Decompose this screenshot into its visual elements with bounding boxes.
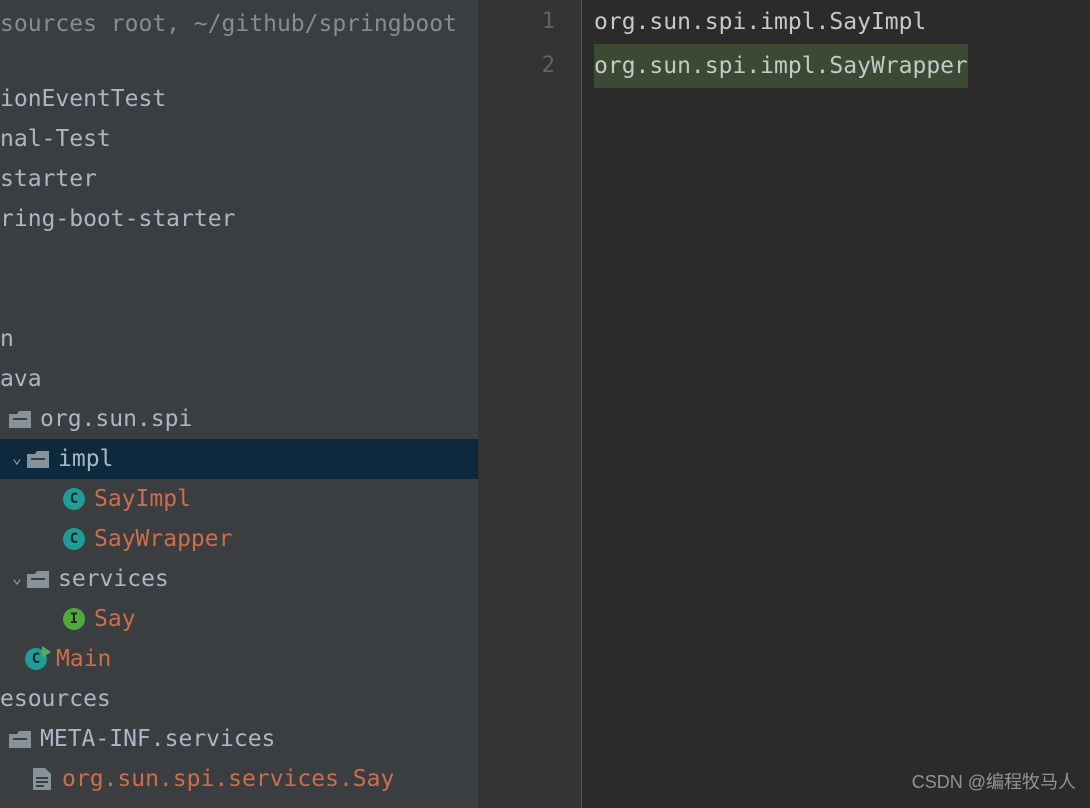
tree-item-label: ava bbox=[0, 359, 42, 399]
tree-item-ring-boot-starter[interactable]: ring-boot-starter bbox=[0, 199, 478, 239]
tree-item-services[interactable]: ⌄ services bbox=[0, 559, 478, 599]
package-icon bbox=[8, 727, 32, 751]
tree-item-ava[interactable]: ava bbox=[0, 359, 478, 399]
expander-icon[interactable]: ⌄ bbox=[8, 438, 26, 478]
tree-item-impl[interactable]: ⌄ impl bbox=[0, 439, 478, 479]
tree-item-esources[interactable]: esources bbox=[0, 679, 478, 719]
tree-item-label: ionEventTest bbox=[0, 79, 166, 119]
package-icon bbox=[8, 407, 32, 431]
tree-item-label: org.sun.spi bbox=[40, 399, 192, 439]
editor-gutter: 12 bbox=[478, 0, 582, 808]
class-icon: C bbox=[62, 487, 86, 511]
line-number: 1 bbox=[478, 0, 555, 44]
editor-line[interactable]: org.sun.spi.impl.SayWrapper bbox=[594, 44, 968, 88]
line-number: 2 bbox=[478, 44, 555, 88]
tree-item-label: Say bbox=[94, 599, 136, 639]
project-tree[interactable]: ionEventTestnal-Teststarterring-boot-sta… bbox=[0, 79, 478, 799]
code-editor[interactable]: org.sun.spi.impl.SayImplorg.sun.spi.impl… bbox=[582, 0, 1090, 808]
tree-item-label: impl bbox=[58, 439, 113, 479]
file-icon bbox=[30, 767, 54, 791]
tree-item-label: org.sun.spi.services.Say bbox=[62, 759, 394, 799]
package-icon bbox=[26, 567, 50, 591]
tree-gap bbox=[0, 239, 478, 279]
tree-item-org-sun-spi[interactable]: org.sun.spi bbox=[0, 399, 478, 439]
tree-item-label: esources bbox=[0, 679, 111, 719]
tree-item-org-sun-spi-services-say[interactable]: org.sun.spi.services.Say bbox=[0, 759, 478, 799]
tree-item-meta-inf-services[interactable]: META-INF.services bbox=[0, 719, 478, 759]
tree-item-saywrapper[interactable]: C SayWrapper bbox=[0, 519, 478, 559]
tree-item-say[interactable]: I Say bbox=[0, 599, 478, 639]
tree-item-main[interactable]: C Main bbox=[0, 639, 478, 679]
class-icon: C bbox=[62, 527, 86, 551]
tree-item-sayimpl[interactable]: C SayImpl bbox=[0, 479, 478, 519]
package-icon bbox=[26, 447, 50, 471]
tree-item-label: services bbox=[58, 559, 169, 599]
tree-item-ioneventtest[interactable]: ionEventTest bbox=[0, 79, 478, 119]
tree-item-starter[interactable]: starter bbox=[0, 159, 478, 199]
expander-icon[interactable]: ⌄ bbox=[8, 558, 26, 598]
tree-item-label: SayImpl bbox=[94, 479, 191, 519]
tree-item-label: SayWrapper bbox=[94, 519, 232, 559]
tree-item-label: n bbox=[0, 319, 14, 359]
tree-item-label: starter bbox=[0, 159, 97, 199]
watermark: CSDN @编程牧马人 bbox=[912, 762, 1076, 802]
project-sidebar: sources root, ~/github/springboot ionEve… bbox=[0, 0, 478, 808]
runnable-class-icon: C bbox=[24, 647, 48, 671]
tree-item-n[interactable]: n bbox=[0, 319, 478, 359]
interface-icon: I bbox=[62, 607, 86, 631]
tree-item-label: ring-boot-starter bbox=[0, 199, 235, 239]
breadcrumb: sources root, ~/github/springboot bbox=[0, 0, 478, 44]
tree-item-label: META-INF.services bbox=[40, 719, 275, 759]
tree-gap bbox=[0, 279, 478, 319]
editor-line[interactable]: org.sun.spi.impl.SayImpl bbox=[594, 0, 1090, 44]
tree-item-label: nal-Test bbox=[0, 119, 111, 159]
tree-item-nal-test[interactable]: nal-Test bbox=[0, 119, 478, 159]
tree-item-label: Main bbox=[56, 639, 111, 679]
